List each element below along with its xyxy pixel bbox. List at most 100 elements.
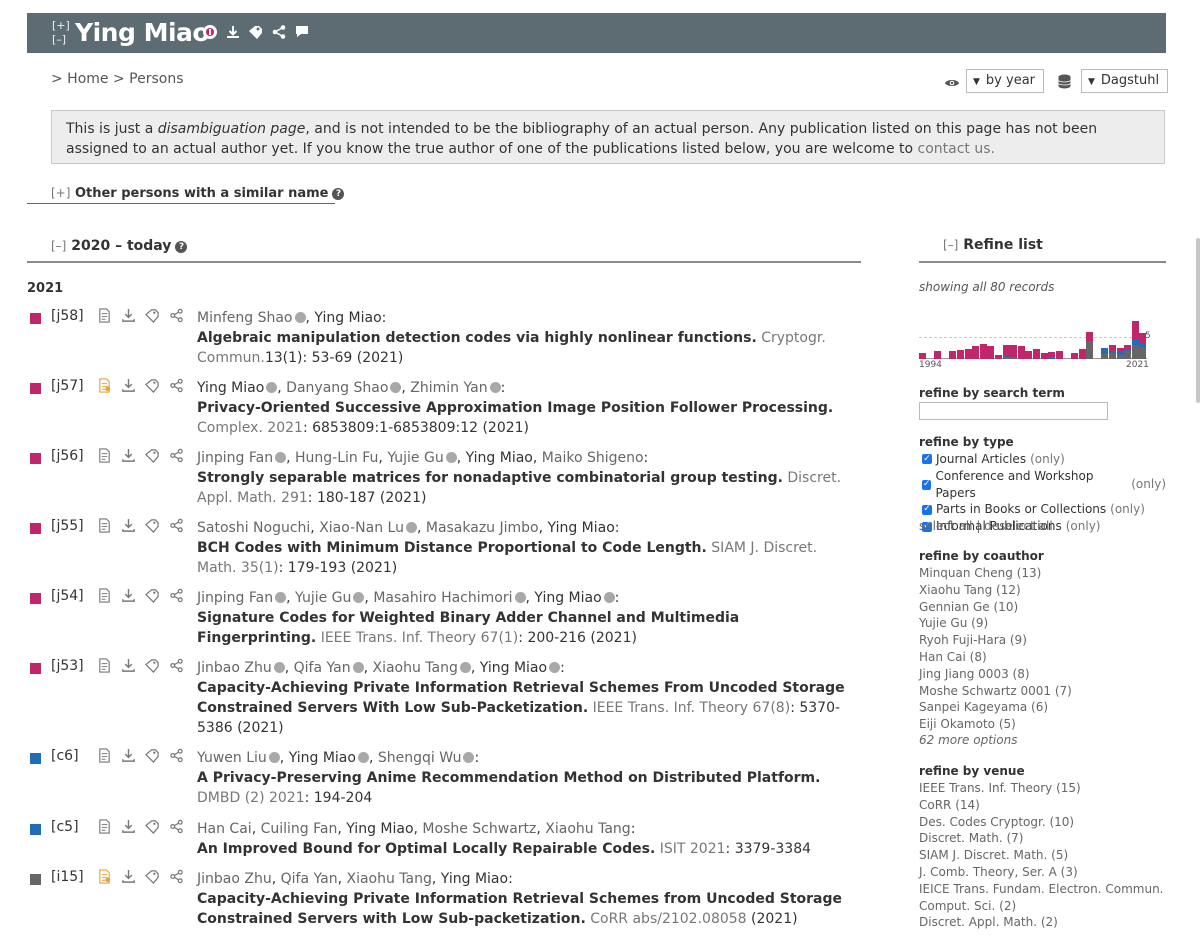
year-bar[interactable] [1086,341,1094,359]
author-link[interactable]: Yujie Gu [295,590,351,606]
checkbox-checked-icon[interactable]: ✓ [922,454,932,465]
year-bar[interactable] [1048,357,1056,359]
year-bar[interactable] [1131,321,1139,339]
help-icon[interactable]: ? [332,188,345,200]
year-bar[interactable] [995,355,1002,359]
author-link[interactable]: Satoshi Noguchi [197,520,310,536]
year-bar[interactable] [1109,351,1116,353]
year-bar[interactable] [1124,349,1132,351]
year-bar[interactable] [1086,332,1094,341]
author-link[interactable]: Jinbao Zhu [197,660,272,676]
document-icon[interactable] [97,518,112,537]
venue-filter[interactable]: J. Comb. Theory, Ser. A (3) [919,864,1164,881]
author-link[interactable]: Yuwen Liu [197,750,267,766]
share-icon[interactable] [169,308,184,327]
year-bar[interactable] [1131,345,1139,359]
year-bar[interactable] [919,353,926,359]
search-tag-icon[interactable] [145,518,160,537]
year-bar[interactable] [1010,345,1018,357]
orcid-icon[interactable] [202,24,218,40]
author-link[interactable]: Hung-Lin Fu [295,450,378,466]
only-link[interactable]: (only) [1131,476,1166,493]
year-bar[interactable] [1131,339,1139,345]
orcid-icon[interactable] [275,592,287,603]
author-link[interactable]: Jinping Fan [197,590,273,606]
open-access-document-icon[interactable] [97,869,112,888]
year-bar[interactable] [1078,349,1086,359]
orcid-icon[interactable] [459,662,471,673]
year-bar[interactable] [1048,352,1056,357]
download-icon[interactable] [121,658,136,677]
mirror-dropdown[interactable]: ▼ Dagstuhl [1081,69,1169,93]
scrollbar-thumb[interactable] [1196,238,1200,403]
download-icon[interactable] [121,518,136,537]
share-icon[interactable] [169,748,184,767]
checkbox-checked-icon[interactable]: ✓ [922,504,932,515]
year-bar[interactable] [1139,347,1147,359]
orcid-icon[interactable] [294,312,306,323]
venue-filter[interactable]: IEEE Trans. Inf. Theory (15) [919,780,1164,797]
only-link[interactable]: (only) [1110,501,1145,518]
orcid-icon[interactable] [549,662,561,673]
refine-toggle[interactable]: [–] Refine list [943,237,1043,253]
author-link[interactable]: Cuiling Fan [261,821,338,837]
year-bar[interactable] [1033,349,1040,359]
author-link[interactable]: Masahiro Hachimori [373,590,512,606]
year-bar[interactable] [1071,353,1078,359]
year-bar[interactable] [1101,348,1109,354]
venue-filter[interactable]: Des. Codes Cryptogr. (10) [919,814,1164,831]
only-link[interactable]: (only) [1030,451,1065,468]
venue-link[interactable]: Complex. 2021 [197,420,303,436]
author-link[interactable]: Xiao-Nan Lu [319,520,404,536]
publications-per-year-chart[interactable] [919,315,1147,359]
orcid-icon[interactable] [445,452,457,463]
year-bar[interactable] [1025,351,1033,359]
author-link[interactable]: Zhimin Yan [410,380,487,396]
year-bar[interactable] [1124,345,1132,349]
search-tag-icon[interactable] [145,819,160,838]
author-link[interactable]: Han Cai [197,821,252,837]
search-tag-icon[interactable] [145,658,160,677]
orcid-icon[interactable] [357,752,369,763]
year-bar[interactable] [1116,355,1124,359]
author-link[interactable]: Jinping Fan [197,450,273,466]
author-link[interactable]: Shengqi Wu [378,750,462,766]
download-icon[interactable] [121,588,136,607]
search-tag-icon[interactable] [145,748,160,767]
orcid-icon[interactable] [489,382,501,393]
year-bar[interactable] [1116,348,1124,351]
search-tag-icon[interactable] [145,448,160,467]
orcid-icon[interactable] [353,592,365,603]
year-bar[interactable] [1109,353,1116,359]
document-icon[interactable] [97,748,112,767]
document-icon[interactable] [97,819,112,838]
section-2020-today[interactable]: [–] 2020 – today? [51,238,188,254]
only-link[interactable]: (only) [1066,518,1101,535]
share-icon[interactable] [169,869,184,888]
download-icon[interactable] [121,748,136,767]
author-link[interactable]: Qifa Yan [294,660,351,676]
year-bar[interactable] [972,346,980,359]
author-link[interactable]: Xiaohu Tang [346,871,431,887]
checkbox-checked-icon[interactable]: ✓ [922,479,932,490]
more-options-link[interactable]: 62 more options [919,733,1017,747]
open-access-document-icon[interactable] [97,378,112,397]
year-bar[interactable] [934,351,942,359]
share-icon[interactable] [169,819,184,838]
orcid-icon[interactable] [463,752,475,763]
venue-filter[interactable]: IEICE Trans. Fundam. Electron. Commun. C… [919,881,1164,915]
year-bar[interactable] [1040,353,1048,359]
orcid-icon[interactable] [405,522,417,533]
document-icon[interactable] [97,448,112,467]
venue-link[interactable]: CoRR abs/2102.08058 [590,911,746,927]
coauthor-filter[interactable]: Eiji Okamoto (5) [919,716,1072,733]
author-link[interactable]: Maiko Shigeno [542,450,644,466]
year-bar[interactable] [979,344,987,359]
year-bar[interactable] [1002,357,1010,359]
year-bar[interactable] [1139,343,1147,347]
coauthor-filter[interactable]: Han Cai (8) [919,649,1072,666]
year-bar[interactable] [1109,345,1116,351]
contact-link[interactable]: contact us [918,141,991,157]
venue-filter[interactable]: Discret. Appl. Math. (2) [919,914,1164,931]
coauthor-filter[interactable]: Jing Jiang 0003 (8) [919,666,1072,683]
